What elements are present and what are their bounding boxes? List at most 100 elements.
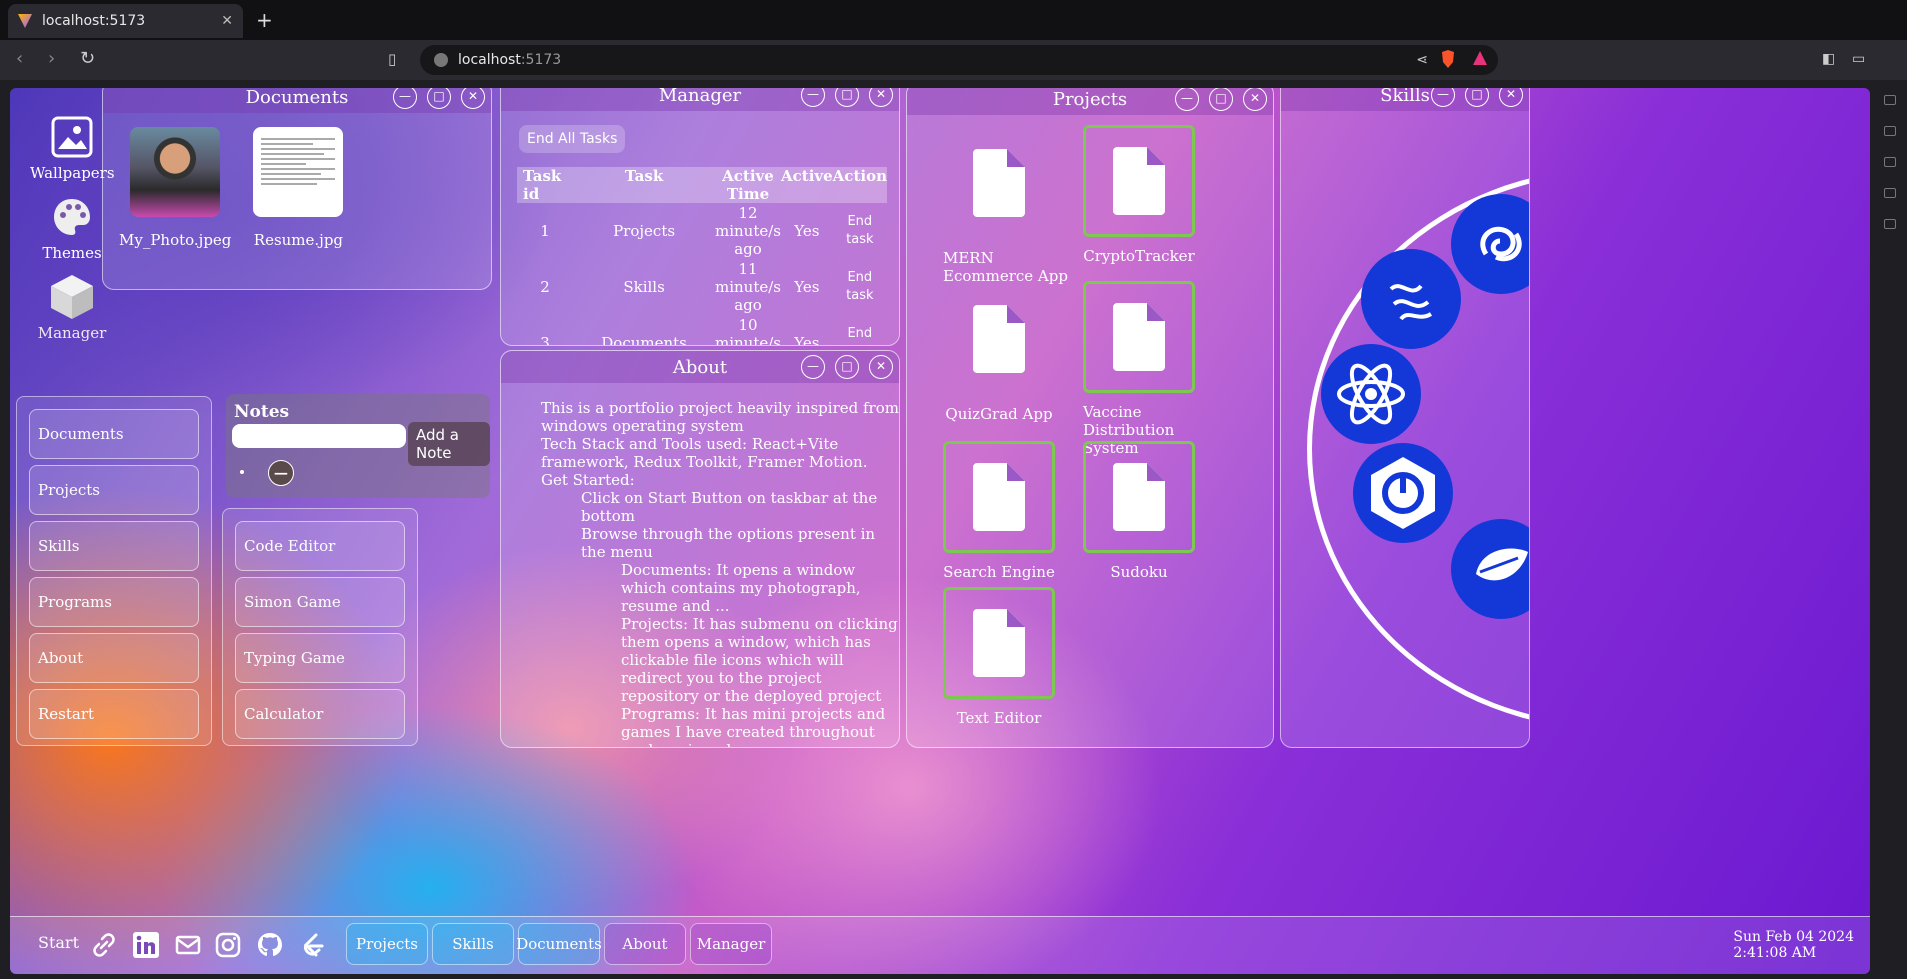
sidebar-leo-icon[interactable]: [1884, 157, 1896, 167]
wallet-icon[interactable]: ▭: [1852, 51, 1865, 67]
start-menu-skills[interactable]: Skills: [29, 521, 199, 571]
end-task-button[interactable]: End task: [833, 259, 887, 315]
program-simon-game[interactable]: Simon Game: [235, 577, 405, 627]
minimize-icon[interactable]: —: [1431, 88, 1455, 107]
window-titlebar[interactable]: About — □ ✕: [501, 351, 899, 383]
project-file[interactable]: QuizGrad App: [929, 283, 1069, 423]
tab-title: localhost:5173: [42, 13, 146, 29]
skills-window[interactable]: Skills — □ ✕: [1280, 88, 1530, 748]
start-menu-programs[interactable]: Programs: [29, 577, 199, 627]
mail-icon[interactable]: [174, 931, 202, 959]
window-titlebar[interactable]: Skills — □ ✕: [1281, 88, 1529, 111]
end-task-button[interactable]: End task: [833, 315, 887, 345]
electron-icon[interactable]: [1353, 443, 1453, 543]
task-table: Task id Task Active Time Active Action 1…: [517, 167, 887, 345]
url-port: :5173: [520, 52, 562, 68]
about-line: This is a portfolio project heavily insp…: [541, 399, 899, 435]
close-icon[interactable]: ✕: [1243, 88, 1267, 111]
note-input[interactable]: [232, 424, 406, 448]
sidebar-wallet-icon[interactable]: [1884, 126, 1896, 136]
taskbar-manager[interactable]: Manager: [690, 923, 772, 965]
back-icon[interactable]: ‹: [16, 48, 23, 69]
sidebar-toggle-icon[interactable]: ◧: [1822, 51, 1835, 67]
end-task-button[interactable]: End task: [833, 203, 887, 259]
program-typing-game[interactable]: Typing Game: [235, 633, 405, 683]
add-note-button[interactable]: Add a Note: [408, 422, 490, 466]
manager-window[interactable]: Manager — □ ✕ End All Tasks Task id Task…: [500, 88, 900, 346]
minimize-icon[interactable]: —: [801, 355, 825, 379]
maximize-icon[interactable]: □: [1209, 88, 1233, 111]
task-id: 2: [540, 278, 550, 296]
project-file[interactable]: CryptoTracker: [1069, 125, 1209, 265]
file-name: Resume.jpg: [253, 231, 344, 249]
taskbar-projects[interactable]: Projects: [346, 923, 428, 965]
manager-desktop-icon[interactable]: Manager: [30, 274, 114, 342]
link-icon[interactable]: [90, 931, 118, 959]
maximize-icon[interactable]: □: [835, 355, 859, 379]
window-titlebar[interactable]: Projects — □ ✕: [907, 88, 1273, 115]
program-calculator[interactable]: Calculator: [235, 689, 405, 739]
minimize-icon[interactable]: —: [393, 88, 417, 109]
project-file[interactable]: MERN Ecommerce App: [929, 127, 1069, 285]
documents-window[interactable]: Documents — □ ✕ My_Photo.jpeg Resume.jpg: [102, 88, 492, 290]
about-window[interactable]: About — □ ✕ This is a portfolio project …: [500, 350, 900, 748]
project-file[interactable]: Sudoku: [1069, 441, 1209, 581]
clock: Sun Feb 04 2024 2:41:08 AM: [1733, 929, 1854, 961]
start-menu-documents[interactable]: Documents: [29, 409, 199, 459]
minimize-icon[interactable]: —: [801, 88, 825, 107]
delete-note-icon[interactable]: −: [268, 460, 294, 486]
zustand-icon[interactable]: [1361, 249, 1461, 349]
close-icon[interactable]: ✕: [869, 88, 893, 107]
task-active: Yes: [794, 222, 820, 240]
projects-window[interactable]: Projects — □ ✕ MERN Ecommerce App CryptoT…: [906, 88, 1274, 748]
maximize-icon[interactable]: □: [427, 88, 451, 109]
brave-shield-icon[interactable]: [1440, 50, 1456, 68]
github-icon[interactable]: [256, 931, 284, 959]
brave-rewards-icon[interactable]: [1472, 50, 1488, 68]
start-menu-about[interactable]: About: [29, 633, 199, 683]
program-code-editor[interactable]: Code Editor: [235, 521, 405, 571]
desktop-icon-label: Manager: [37, 324, 107, 342]
sidebar-video-icon[interactable]: [1884, 95, 1896, 105]
close-icon[interactable]: ✕: [1499, 88, 1523, 107]
project-file[interactable]: Text Editor: [929, 587, 1069, 727]
share-icon[interactable]: ⋖: [1416, 52, 1428, 68]
file-my-photo[interactable]: My_Photo.jpeg: [119, 127, 231, 249]
taskbar-skills[interactable]: Skills: [432, 923, 514, 965]
window-titlebar[interactable]: Manager — □ ✕: [501, 88, 899, 111]
task-name: Projects: [613, 222, 676, 240]
file-resume[interactable]: Resume.jpg: [253, 127, 344, 249]
sidebar-bookmarks-icon[interactable]: [1884, 188, 1896, 198]
sidebar-reading-icon[interactable]: [1884, 219, 1896, 229]
leetcode-icon[interactable]: [298, 931, 326, 959]
address-bar[interactable]: localhost:5173 ⋖: [420, 45, 1498, 75]
start-menu-restart[interactable]: Restart: [29, 689, 199, 739]
minimize-icon[interactable]: —: [1175, 88, 1199, 111]
start-menu-projects[interactable]: Projects: [29, 465, 199, 515]
about-line: Tech Stack and Tools used: React+Vite fr…: [541, 435, 868, 471]
maximize-icon[interactable]: □: [835, 88, 859, 107]
task-name: Skills: [623, 278, 665, 296]
bookmark-icon[interactable]: ▯: [388, 50, 396, 68]
close-icon[interactable]: ✕: [869, 355, 893, 379]
taskbar-documents[interactable]: Documents: [516, 923, 602, 965]
close-tab-icon[interactable]: ✕: [221, 13, 233, 29]
instagram-icon[interactable]: [214, 931, 242, 959]
forward-icon[interactable]: ›: [48, 48, 55, 69]
browser-tab[interactable]: localhost:5173 ✕: [8, 4, 243, 38]
end-all-tasks-button[interactable]: End All Tasks: [519, 125, 626, 153]
site-info-icon[interactable]: [434, 53, 448, 67]
project-name: MERN Ecommerce App: [943, 249, 1068, 285]
new-tab-icon[interactable]: +: [256, 8, 273, 32]
start-button[interactable]: Start: [38, 933, 79, 952]
linkedin-icon[interactable]: [132, 931, 160, 959]
react-icon[interactable]: [1321, 344, 1421, 444]
window-titlebar[interactable]: Documents — □ ✕: [103, 88, 491, 113]
taskbar-about[interactable]: About: [604, 923, 686, 965]
close-icon[interactable]: ✕: [461, 88, 485, 109]
table-row: 1 Projects 12 minute/s ago Yes End task: [517, 203, 887, 259]
reload-icon[interactable]: ↻: [80, 48, 95, 69]
project-file[interactable]: Vaccine Distribution System: [1069, 281, 1209, 457]
maximize-icon[interactable]: □: [1465, 88, 1489, 107]
project-file[interactable]: Search Engine: [929, 441, 1069, 581]
